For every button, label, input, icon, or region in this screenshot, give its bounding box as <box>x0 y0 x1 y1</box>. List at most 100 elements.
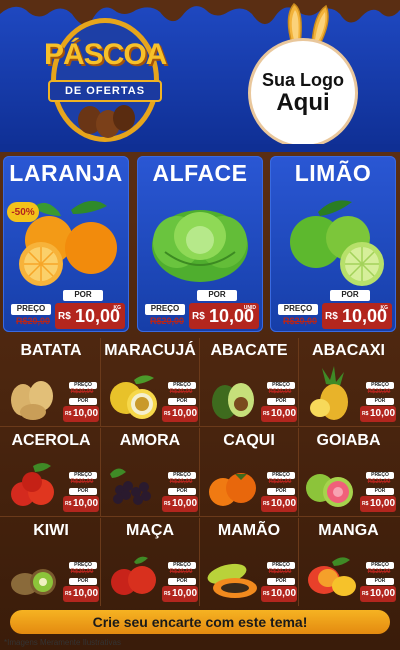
potato-icon <box>11 381 53 420</box>
lime-icon <box>290 200 384 286</box>
papaya-icon <box>207 563 257 598</box>
new-price: R$ 10,00 <box>261 586 297 602</box>
por-label: POR <box>69 578 97 585</box>
price-value: 10,00 <box>370 588 396 599</box>
price-tag: PREÇO R$20,00 POR R$ 10,00 <box>63 368 99 424</box>
product-card-mamao[interactable]: MAMÃO PREÇO R$20,00 POR R$ 10,00 <box>200 518 299 606</box>
row-divider <box>0 426 400 427</box>
lettuce-icon <box>152 210 248 282</box>
old-price: R$20,00 <box>367 569 391 575</box>
product-name: ABACATE <box>210 342 288 359</box>
currency: R$ <box>65 591 72 597</box>
price-tag: PREÇO R$20,00 POR R$ 10,00 <box>261 368 297 424</box>
discount-badge: -50% <box>7 202 39 222</box>
product-card-goiaba[interactable]: GOIABA PREÇO R$20,00 POR R$ 10,00 <box>299 428 398 516</box>
product-name: LARANJA <box>9 160 123 186</box>
pascoa-title: PÁSCOA <box>44 38 167 71</box>
price-value: 10,00 <box>73 498 99 509</box>
new-price: R$ 10,00 <box>261 406 297 422</box>
currency: R$ <box>362 591 369 597</box>
product-card-caqui[interactable]: CAQUI PREÇO R$20,00 POR R$ 10,00 <box>200 428 299 516</box>
price-value: 10,00 <box>370 408 396 419</box>
por-label: POR <box>168 578 196 585</box>
apple-icon <box>111 556 156 595</box>
price-value: 10,00 <box>172 588 198 599</box>
new-price: R$ 10,00 <box>162 406 198 422</box>
old-price: R$20,00 <box>282 316 318 326</box>
product-name: KIWI <box>33 522 69 539</box>
por-label: POR <box>69 398 97 405</box>
unit: KG <box>380 305 389 311</box>
new-price: R$ 10,00 <box>63 406 99 422</box>
currency: R$ <box>362 411 369 417</box>
preco-label: PREÇO <box>168 562 196 569</box>
new-price: R$ 10,00 <box>360 406 396 422</box>
product-card-maracuja[interactable]: MARACUJÁ PREÇO R$20,00 POR R$ 10,00 <box>101 338 200 426</box>
currency: R$ <box>362 501 369 507</box>
price-tag: PREÇO R$20,00 POR R$ 10,00 <box>360 458 396 514</box>
product-card-batata[interactable]: BATATA PREÇO R$20,00 POR R$ 10,00 <box>2 338 101 426</box>
old-price: R$20,00 <box>268 569 292 575</box>
logo-placeholder[interactable]: Sua Logo Aqui <box>248 38 358 148</box>
currency: R$ <box>192 311 205 322</box>
old-price: R$20,00 <box>169 389 193 395</box>
preco-label: PREÇO <box>366 562 394 569</box>
price-value: 10,00 <box>271 498 297 509</box>
pineapple-icon <box>310 366 348 420</box>
currency: R$ <box>65 411 72 417</box>
cta-text: Crie seu encarte com este tema! <box>92 614 308 630</box>
avocado-icon <box>212 383 254 419</box>
currency: R$ <box>65 501 72 507</box>
por-label: POR <box>168 398 196 405</box>
logo-line1: Sua Logo <box>262 69 344 90</box>
preco-label: PREÇO <box>168 382 196 389</box>
price-tag: PREÇO R$20,00 POR R$ 10,00 <box>162 548 198 604</box>
passion-fruit-icon <box>110 375 157 419</box>
price-tag-laranja: POR PREÇO R$20,00 R$ 10,00 KG <box>5 290 127 330</box>
guava-icon <box>306 474 353 507</box>
preco-label: PREÇO <box>11 304 51 315</box>
por-label: POR <box>366 488 394 495</box>
currency: R$ <box>263 411 270 417</box>
new-price: R$ 10,00 <box>261 496 297 512</box>
new-price: R$ 10,00 KG <box>55 303 125 329</box>
price-tag: PREÇO R$20,00 POR R$ 10,00 <box>360 368 396 424</box>
por-label: POR <box>267 578 295 585</box>
create-flyer-button[interactable]: Crie seu encarte com este tema! <box>10 610 390 634</box>
preco-label: PREÇO <box>278 304 318 315</box>
product-name: MAÇA <box>126 522 174 539</box>
product-card-abacaxi[interactable]: ABACAXI PREÇO R$20,00 POR R$ 10,00 <box>299 338 398 426</box>
preco-label: PREÇO <box>366 382 394 389</box>
new-price: R$ 10,00 <box>63 496 99 512</box>
old-price: R$20,00 <box>15 316 51 326</box>
price-value: 10,00 <box>73 588 99 599</box>
price-tag-alface: POR PREÇO R$20,00 R$ 10,00 UNID <box>139 290 261 330</box>
product-name: ACEROLA <box>11 432 91 449</box>
product-name: MAMÃO <box>217 522 281 539</box>
product-card-abacate[interactable]: ABACATE PREÇO R$20,00 POR R$ 10,00 <box>200 338 299 426</box>
product-card-acerola[interactable]: ACEROLA PREÇO R$20,00 POR R$ 10,00 <box>2 428 101 516</box>
product-name: MARACUJÁ <box>104 342 196 359</box>
product-card-manga[interactable]: MANGA PREÇO R$20,00 POR R$ 10,00 <box>299 518 398 606</box>
preco-label: PREÇO <box>366 472 394 479</box>
new-price: R$ 10,00 KG <box>322 303 392 329</box>
preco-label: PREÇO <box>69 562 97 569</box>
acerola-icon <box>11 463 54 506</box>
price-tag: PREÇO R$20,00 POR R$ 10,00 <box>261 548 297 604</box>
product-name: ALFACE <box>152 160 248 186</box>
old-price: R$20,00 <box>367 389 391 395</box>
old-price: R$20,00 <box>70 569 94 575</box>
pascoa-ribbon: DE OFERTAS <box>48 80 162 102</box>
pascoa-egg-logo: PÁSCOA DE OFERTAS <box>40 8 170 144</box>
price-value: 10,00 <box>370 498 396 509</box>
mango-icon <box>308 557 356 596</box>
product-card-maca[interactable]: MAÇA PREÇO R$20,00 POR R$ 10,00 <box>101 518 200 606</box>
product-card-kiwi[interactable]: KIWI PREÇO R$20,00 POR R$ 10,00 <box>2 518 101 606</box>
product-name: CAQUI <box>223 432 275 449</box>
preco-label: PREÇO <box>267 382 295 389</box>
price-tag: PREÇO R$20,00 POR R$ 10,00 <box>63 458 99 514</box>
price-value: 10,00 <box>172 498 198 509</box>
por-label: POR <box>267 398 295 405</box>
product-card-amora[interactable]: AMORA PREÇO R$20,00 POR R$ 10,00 <box>101 428 200 516</box>
old-price: R$20,00 <box>268 479 292 485</box>
